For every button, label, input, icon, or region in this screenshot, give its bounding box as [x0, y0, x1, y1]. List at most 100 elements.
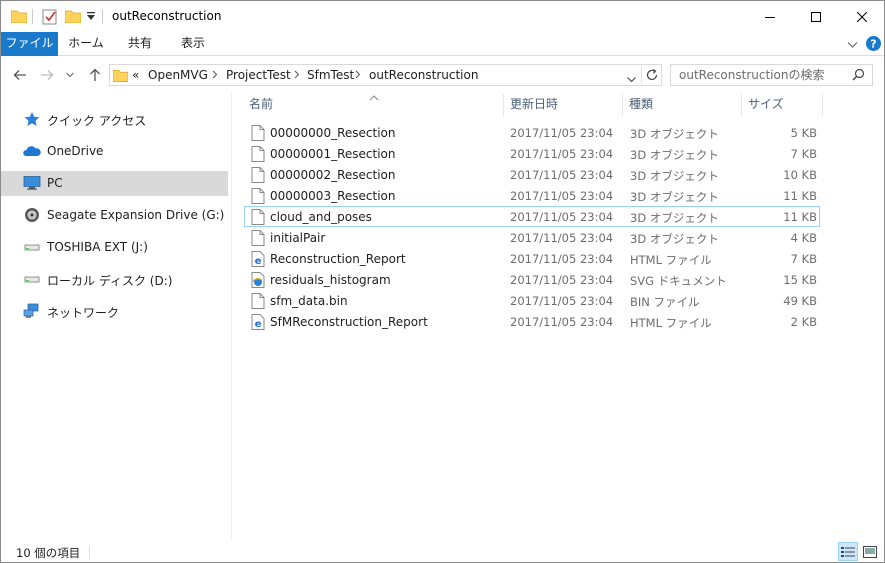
file-date: 2017/11/05 23:04 [510, 126, 614, 140]
file-name: Reconstruction_Report [270, 252, 406, 266]
file-date: 2017/11/05 23:04 [510, 315, 614, 329]
file-type: 3D オブジェクト [630, 190, 719, 204]
breadcrumb-separator-icon[interactable] [355, 67, 361, 84]
sidebar-item-label: ローカル ディスク (D:) [47, 274, 173, 288]
file-row[interactable]: e SfMReconstruction_Report 2017/11/05 23:0… [244, 311, 820, 332]
breadcrumb-separator-icon[interactable] [294, 67, 300, 84]
file-name: sfm_data.bin [270, 294, 348, 308]
file-row[interactable]: 00000000_Resection 2017/11/05 23:04 3D オブジ… [244, 122, 820, 143]
file-name: 00000001_Resection [270, 147, 396, 161]
back-arrow-icon [13, 70, 26, 80]
new-folder-icon[interactable] [64, 9, 82, 26]
sidebar-item-quick-access[interactable]: クイック アクセス [1, 107, 228, 132]
tab-file[interactable]: ファイル [1, 32, 58, 56]
breadcrumb-item[interactable]: ProjectTest [226, 68, 291, 82]
file-size: 7 KB [790, 252, 817, 266]
toolbar-divider [102, 9, 103, 24]
file-name: initialPair [270, 231, 326, 245]
sidebar-item-local-disk[interactable]: ローカル ディスク (D:) [1, 267, 228, 292]
window-title: outReconstruction [112, 9, 222, 23]
html-file-icon: e [251, 314, 265, 330]
breadcrumb-item-current[interactable]: outReconstruction [369, 68, 478, 82]
file-type: 3D オブジェクト [630, 127, 719, 141]
close-button[interactable] [839, 1, 884, 32]
up-arrow-icon [90, 68, 100, 81]
breadcrumb-separator-icon[interactable] [212, 67, 218, 84]
file-type: SVG ドキュメント [630, 274, 727, 288]
breadcrumb-item[interactable]: SfmTest [307, 68, 354, 82]
title-bar: outReconstruction [1, 1, 884, 32]
file-row[interactable]: cloud_and_poses 2017/11/05 23:04 3D オブジェクト… [244, 206, 820, 227]
maximize-button[interactable] [793, 1, 839, 32]
file-date: 2017/11/05 23:04 [510, 147, 614, 161]
tab-view[interactable]: 表示 [172, 32, 214, 56]
sidebar-item-network[interactable]: ネットワーク [1, 299, 228, 324]
column-header-type[interactable]: 種類 [623, 91, 741, 117]
forward-button[interactable] [37, 65, 57, 85]
svg-text:?: ? [870, 38, 876, 51]
file-type: HTML ファイル [630, 316, 712, 330]
file-date: 2017/11/05 23:04 [510, 231, 614, 245]
sidebar-item-toshiba-drive[interactable]: TOSHIBA EXT (J:) [1, 235, 228, 260]
file-row[interactable]: initialPair 2017/11/05 23:04 3D オブジェクト 4 KB [244, 227, 820, 248]
file-size: 11 KB [783, 189, 817, 203]
breadcrumb-item[interactable]: OpenMVG [148, 68, 208, 82]
file-size: 4 KB [790, 231, 817, 245]
file-type: 3D オブジェクト [630, 169, 719, 183]
search-icon[interactable] [852, 68, 865, 84]
column-header-name[interactable]: 名前 [243, 91, 503, 117]
minimize-icon [765, 16, 775, 18]
address-dropdown-icon[interactable] [627, 72, 636, 86]
file-size: 15 KB [783, 273, 817, 287]
file-size: 49 KB [783, 294, 817, 308]
column-divider[interactable] [822, 94, 823, 116]
help-icon[interactable]: ? [866, 36, 881, 54]
status-divider [89, 546, 90, 559]
expand-ribbon-icon[interactable] [847, 38, 858, 52]
file-row[interactable]: 00000002_Resection 2017/11/05 23:04 3D オブジ… [244, 164, 820, 185]
sidebar-item-label: PC [47, 176, 63, 190]
address-divider [641, 66, 642, 84]
file-date: 2017/11/05 23:04 [510, 252, 614, 266]
file-row[interactable]: e Reconstruction_Report 2017/11/05 23:04 HT… [244, 248, 820, 269]
blank-file-icon [251, 125, 265, 141]
blank-file-icon [251, 188, 265, 204]
status-bar: 10 個の項目 [1, 541, 884, 562]
column-header-date[interactable]: 更新日時 [504, 91, 622, 117]
file-row[interactable]: residuals_histogram 2017/11/05 23:04 SVG ド… [244, 269, 820, 290]
forward-arrow-icon [41, 70, 54, 80]
close-icon [857, 11, 867, 22]
item-count: 10 個の項目 [16, 546, 81, 560]
details-view-button[interactable] [838, 542, 858, 561]
toolbar-divider [32, 9, 33, 24]
search-box[interactable] [670, 64, 873, 86]
tab-home[interactable]: ホーム [65, 32, 107, 56]
tab-share[interactable]: 共有 [119, 32, 161, 56]
breadcrumb-overflow[interactable]: « [132, 68, 139, 82]
sidebar-item-onedrive[interactable]: OneDrive [1, 139, 228, 164]
explorer-window: outReconstruction ファイル ホーム 共有 表示 ? « Ope… [0, 0, 885, 563]
file-name: residuals_histogram [270, 273, 391, 287]
customize-toolbar-icon[interactable] [86, 10, 96, 25]
back-button[interactable] [10, 65, 30, 85]
search-input[interactable] [679, 67, 849, 83]
file-name: cloud_and_poses [270, 210, 372, 224]
details-view-icon [841, 546, 855, 557]
large-icons-view-button[interactable] [860, 542, 880, 561]
blank-file-icon [251, 167, 265, 183]
file-row[interactable]: sfm_data.bin 2017/11/05 23:04 BIN ファイル 49 K… [244, 290, 820, 311]
refresh-icon[interactable] [645, 68, 659, 85]
recent-locations-button[interactable] [63, 65, 77, 85]
minimize-button[interactable] [747, 1, 793, 32]
local-disk-icon [23, 271, 41, 287]
address-bar[interactable]: « OpenMVG ProjectTest SfmTest outReconst… [109, 64, 662, 86]
column-header-size[interactable]: サイズ [742, 91, 822, 117]
sidebar-item-seagate-drive[interactable]: Seagate Expansion Drive (G:) [1, 203, 228, 228]
up-button[interactable] [85, 65, 105, 85]
properties-icon[interactable] [42, 9, 58, 28]
file-date: 2017/11/05 23:04 [510, 273, 614, 287]
file-row[interactable]: 00000003_Resection 2017/11/05 23:04 3D オブジ… [244, 185, 820, 206]
file-row[interactable]: 00000001_Resection 2017/11/05 23:04 3D オブジ… [244, 143, 820, 164]
sidebar-item-pc[interactable]: PC [1, 171, 228, 196]
blank-file-icon [251, 230, 265, 246]
